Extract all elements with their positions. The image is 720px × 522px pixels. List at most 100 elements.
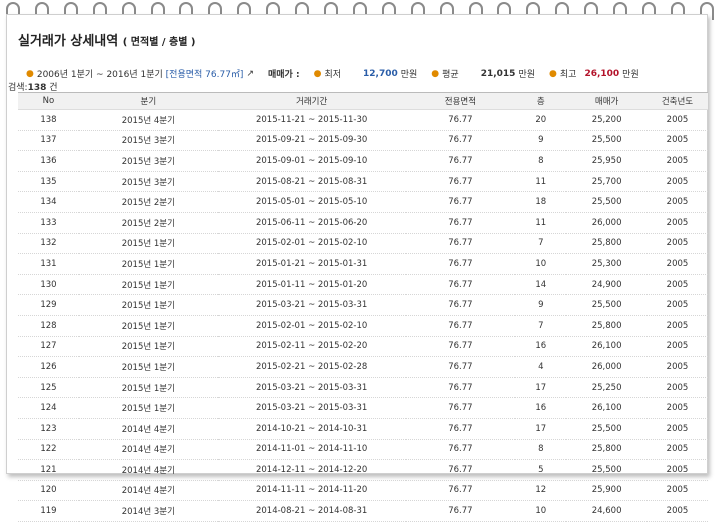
table-cell: 10 xyxy=(515,253,567,275)
table-cell: 122 xyxy=(18,439,79,461)
column-header: 거래기간 xyxy=(217,92,406,110)
table-cell: 76.77 xyxy=(405,274,516,296)
table-cell: 127 xyxy=(18,336,79,358)
min-value: 12,700 xyxy=(363,68,398,79)
table-cell: 25,500 xyxy=(566,459,647,481)
unit-label: 만원 xyxy=(400,70,418,80)
table-cell: 76.77 xyxy=(405,191,516,213)
table-cell: 2015-03-21 ~ 2015-03-31 xyxy=(217,377,406,399)
table-cell: 2005 xyxy=(646,480,708,502)
page-subtitle: ( 면적별 / 층별 ) xyxy=(122,37,196,48)
table-cell: 2005 xyxy=(646,294,708,316)
table-cell: 8 xyxy=(515,439,567,461)
table-row: 124 2015년 1분기 2015-03-21 ~ 2015-03-31 76.77… xyxy=(18,397,708,419)
table-cell: 2015-05-01 ~ 2015-05-10 xyxy=(217,191,406,213)
table-cell: 2005 xyxy=(646,212,708,234)
table-cell: 76.77 xyxy=(405,459,516,481)
unit-label: 만원 xyxy=(622,70,639,80)
table-cell: 2015년 1분기 xyxy=(78,356,218,378)
table-cell: 2005 xyxy=(646,418,708,440)
table-cell: 76.77 xyxy=(405,336,516,358)
table-row: 132 2015년 1분기 2015-02-01 ~ 2015-02-10 76.77… xyxy=(18,233,708,255)
table-cell: 24,900 xyxy=(566,274,647,296)
table-cell: 11 xyxy=(515,171,567,193)
table-cell: 2005 xyxy=(646,500,708,522)
table-cell: 7 xyxy=(515,315,567,337)
column-header: 매매가 xyxy=(566,92,647,110)
table-cell: 76.77 xyxy=(405,109,516,131)
table-cell: 25,800 xyxy=(566,439,647,461)
table-cell: 16 xyxy=(515,336,567,358)
table-cell: 76.77 xyxy=(405,439,516,461)
table-cell: 2015년 2분기 xyxy=(78,191,218,213)
table-cell: 130 xyxy=(18,274,79,296)
export-icon[interactable]: ↗ xyxy=(246,69,254,79)
table-cell: 10 xyxy=(515,500,567,522)
table-cell: 20 xyxy=(515,109,567,131)
table-cell: 24,600 xyxy=(566,500,647,522)
table-cell: 76.77 xyxy=(405,356,516,378)
table-row: 126 2015년 1분기 2015-02-21 ~ 2015-02-28 76.77… xyxy=(18,356,708,378)
unit-label: 만원 xyxy=(518,70,536,80)
table-cell: 9 xyxy=(515,130,567,152)
table-cell: 76.77 xyxy=(405,315,516,337)
table-cell: 123 xyxy=(18,418,79,440)
table-cell: 76.77 xyxy=(405,233,516,255)
table-cell: 2015년 3분기 xyxy=(78,130,218,152)
table-cell: 137 xyxy=(18,130,79,152)
table-cell: 2014-11-11 ~ 2014-11-20 xyxy=(217,480,406,502)
table-cell: 16 xyxy=(515,397,567,419)
table-cell: 2015년 2분기 xyxy=(78,212,218,234)
column-header: 분기 xyxy=(78,92,218,110)
table-row: 123 2014년 4분기 2014-10-21 ~ 2014-10-31 76.77… xyxy=(18,418,708,440)
table-cell: 2015-09-21 ~ 2015-09-30 xyxy=(217,130,406,152)
table-cell: 26,000 xyxy=(566,212,647,234)
table-row: 129 2015년 1분기 2015-03-21 ~ 2015-03-31 76.77… xyxy=(18,294,708,316)
table-row: 130 2015년 1분기 2015-01-11 ~ 2015-01-20 76.77… xyxy=(18,274,708,296)
table-cell: 26,100 xyxy=(566,397,647,419)
table-row: 133 2015년 2분기 2015-06-11 ~ 2015-06-20 76.77… xyxy=(18,212,708,234)
table-cell: 76.77 xyxy=(405,397,516,419)
table-row: 119 2014년 3분기 2014-08-21 ~ 2014-08-31 76.77… xyxy=(18,500,708,522)
bullet-icon: ● xyxy=(313,68,322,79)
table-cell: 2014-10-21 ~ 2014-10-31 xyxy=(217,418,406,440)
table-cell: 7 xyxy=(515,233,567,255)
bullet-icon: ● xyxy=(431,68,440,79)
table-cell: 9 xyxy=(515,294,567,316)
table-row: 127 2015년 1분기 2015-02-11 ~ 2015-02-20 76.77… xyxy=(18,336,708,358)
table-cell: 2015년 3분기 xyxy=(78,150,218,172)
table-cell: 2005 xyxy=(646,130,708,152)
table-cell: 25,800 xyxy=(566,315,647,337)
table-cell: 2005 xyxy=(646,439,708,461)
table-cell: 2015년 1분기 xyxy=(78,253,218,275)
table-cell: 14 xyxy=(515,274,567,296)
table-row: 122 2014년 4분기 2014-11-01 ~ 2014-11-10 76.77… xyxy=(18,439,708,461)
table-cell: 131 xyxy=(18,253,79,275)
table-cell: 25,500 xyxy=(566,130,647,152)
avg-value: 21,015 xyxy=(480,68,516,79)
area-tag[interactable]: [전용면적 76.77㎡] xyxy=(166,67,244,80)
table-cell: 120 xyxy=(18,480,79,502)
table-row: 125 2015년 1분기 2015-03-21 ~ 2015-03-31 76.77… xyxy=(18,377,708,399)
table-cell: 25,200 xyxy=(566,109,647,131)
table-cell: 25,500 xyxy=(566,294,647,316)
table-cell: 76.77 xyxy=(405,212,516,234)
column-header: 전용면적 xyxy=(405,92,516,110)
table-cell: 2015-03-21 ~ 2015-03-31 xyxy=(217,294,406,316)
table-cell: 2005 xyxy=(646,253,708,275)
table-cell: 2015-09-01 ~ 2015-09-10 xyxy=(217,150,406,172)
table-cell: 17 xyxy=(515,418,567,440)
table-row: 136 2015년 3분기 2015-09-01 ~ 2015-09-10 76.77… xyxy=(18,150,708,172)
table-cell: 76.77 xyxy=(405,418,516,440)
table-cell: 2015년 1분기 xyxy=(78,336,218,358)
price-label: 매매가 : xyxy=(268,70,300,80)
table-cell: 25,500 xyxy=(566,191,647,213)
table-cell: 2015-02-01 ~ 2015-02-10 xyxy=(217,233,406,255)
table-row: 135 2015년 3분기 2015-08-21 ~ 2015-08-31 76.77… xyxy=(18,171,708,193)
table-cell: 133 xyxy=(18,212,79,234)
table-cell: 25,900 xyxy=(566,480,647,502)
table-cell: 25,500 xyxy=(566,418,647,440)
table-cell: 2015년 1분기 xyxy=(78,397,218,419)
table-cell: 26,000 xyxy=(566,356,647,378)
table-cell: 134 xyxy=(18,191,79,213)
